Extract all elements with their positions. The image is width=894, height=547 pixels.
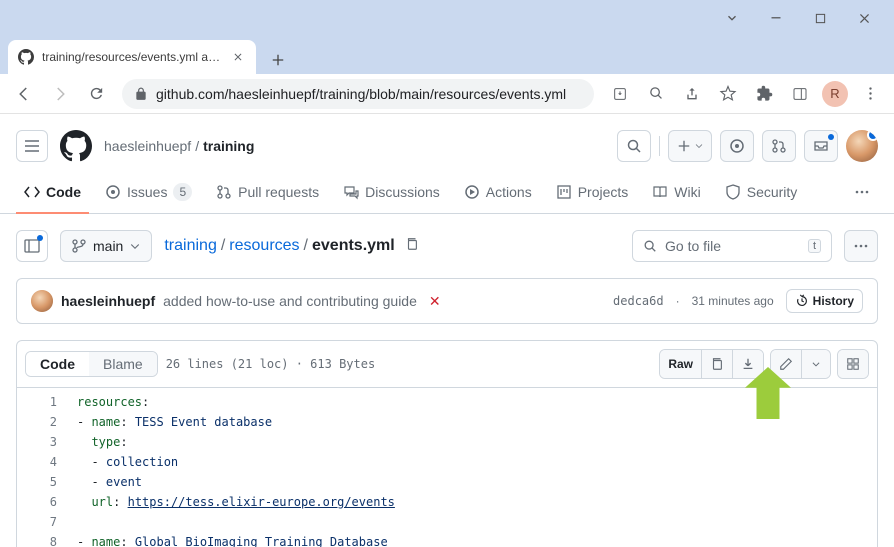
blame-view-tab[interactable]: Blame	[89, 352, 157, 376]
forward-button[interactable]	[44, 78, 76, 110]
file-info: 26 lines (21 loc) · 613 Bytes	[166, 357, 376, 371]
commit-author-link[interactable]: haesleinhuepf	[61, 293, 155, 309]
commit-sha-link[interactable]: dedca6d	[613, 294, 664, 308]
tab-code[interactable]: Code	[16, 170, 89, 214]
branch-icon	[71, 238, 87, 254]
raw-button[interactable]: Raw	[660, 350, 702, 378]
github-favicon-icon	[18, 49, 34, 65]
sidepanel-icon[interactable]	[784, 78, 816, 110]
back-button[interactable]	[8, 78, 40, 110]
edit-button[interactable]	[771, 350, 802, 378]
bookmark-icon[interactable]	[712, 78, 744, 110]
path-root-link[interactable]: training	[164, 237, 216, 255]
code-line[interactable]: 5 - event	[17, 472, 877, 492]
code-view-tab[interactable]: Code	[26, 352, 89, 376]
history-button[interactable]: History	[786, 289, 863, 313]
zoom-icon[interactable]	[640, 78, 672, 110]
tab-pull-requests[interactable]: Pull requests	[208, 170, 327, 214]
file-tree-toggle[interactable]	[16, 230, 48, 262]
repo-name-link[interactable]: training	[203, 138, 254, 154]
code-line[interactable]: 6 url: https://tess.elixir-europe.org/ev…	[17, 492, 877, 512]
user-avatar[interactable]	[846, 130, 878, 162]
search-button[interactable]	[617, 130, 651, 162]
inbox-button[interactable]	[804, 130, 838, 162]
file-more-button[interactable]	[844, 230, 878, 262]
repo-breadcrumb: haesleinhuepf / training	[104, 138, 254, 154]
code-line[interactable]: 7	[17, 512, 877, 532]
tab-actions[interactable]: Actions	[456, 170, 540, 214]
profile-button[interactable]: R	[822, 81, 848, 107]
branch-name: main	[93, 238, 123, 254]
tab-projects[interactable]: Projects	[548, 170, 637, 214]
window-dropdown-icon[interactable]	[710, 4, 754, 32]
new-tab-button[interactable]	[264, 46, 292, 74]
tab-issues[interactable]: Issues5	[97, 170, 200, 214]
browser-tab-active[interactable]: training/resources/events.yml at ...	[8, 40, 256, 74]
go-to-file-input[interactable]: Go to file t	[632, 230, 832, 262]
commit-message-link[interactable]: added how-to-use and contributing guide	[163, 293, 417, 309]
path-file: events.yml	[312, 237, 395, 255]
browser-tab-strip: training/resources/events.yml at ...	[0, 36, 894, 74]
issues-button[interactable]	[720, 130, 754, 162]
tab-discussions[interactable]: Discussions	[335, 170, 448, 214]
tab-wiki[interactable]: Wiki	[644, 170, 708, 214]
lock-icon	[134, 87, 148, 101]
code-line[interactable]: 2- name: TESS Event database	[17, 412, 877, 432]
tab-security[interactable]: Security	[717, 170, 806, 214]
hamburger-button[interactable]	[16, 130, 48, 162]
go-to-file-kbd: t	[808, 239, 821, 253]
github-logo-icon[interactable]	[60, 130, 92, 162]
tab-overflow-button[interactable]	[846, 170, 878, 214]
page-content: haesleinhuepf / training Code Issues5 Pu…	[0, 114, 894, 547]
share-icon[interactable]	[676, 78, 708, 110]
browser-toolbar: R	[0, 74, 894, 114]
browser-menu-button[interactable]	[854, 78, 886, 110]
code-line[interactable]: 3 type:	[17, 432, 877, 452]
file-path-breadcrumb: training / resources / events.yml	[164, 237, 418, 256]
commit-status-icon[interactable]: ✕	[429, 293, 441, 310]
latest-commit-bar: haesleinhuepf added how-to-use and contr…	[16, 278, 878, 324]
browser-tab-title: training/resources/events.yml at ...	[42, 50, 222, 64]
reload-button[interactable]	[80, 78, 112, 110]
window-maximize-button[interactable]	[798, 4, 842, 32]
issues-count: 5	[173, 183, 192, 201]
repo-nav: Code Issues5 Pull requests Discussions A…	[0, 170, 894, 214]
code-toolbar: Code Blame 26 lines (21 loc) · 613 Bytes…	[17, 341, 877, 388]
branch-selector[interactable]: main	[60, 230, 152, 262]
code-content[interactable]: 1resources:2- name: TESS Event database3…	[17, 388, 877, 547]
window-titlebar	[0, 0, 894, 36]
code-blame-toggle: Code Blame	[25, 351, 158, 377]
window-minimize-button[interactable]	[754, 4, 798, 32]
notification-dot-icon	[828, 134, 834, 140]
create-new-button[interactable]	[668, 130, 712, 162]
address-bar[interactable]	[122, 79, 594, 109]
search-icon	[643, 239, 657, 253]
repo-owner-link[interactable]: haesleinhuepf	[104, 138, 191, 154]
edit-dropdown-button[interactable]	[802, 350, 830, 378]
gh-header: haesleinhuepf / training	[0, 114, 894, 170]
symbols-button[interactable]	[838, 350, 868, 378]
url-input[interactable]	[156, 86, 582, 102]
file-view: main training / resources / events.yml G…	[0, 214, 894, 547]
commit-avatar[interactable]	[31, 290, 53, 312]
pull-requests-button[interactable]	[762, 130, 796, 162]
code-line[interactable]: 4 - collection	[17, 452, 877, 472]
tab-close-button[interactable]	[230, 49, 246, 65]
copy-path-button[interactable]	[405, 237, 419, 256]
window-close-button[interactable]	[842, 4, 886, 32]
install-app-icon[interactable]	[604, 78, 636, 110]
path-dir-link[interactable]: resources	[229, 237, 299, 255]
commit-time: 31 minutes ago	[692, 294, 774, 308]
file-nav-row: main training / resources / events.yml G…	[16, 230, 878, 262]
chevron-down-icon	[129, 240, 141, 252]
code-line[interactable]: 8- name: Global BioImaging Training Data…	[17, 532, 877, 547]
code-line[interactable]: 1resources:	[17, 392, 877, 412]
code-container: Code Blame 26 lines (21 loc) · 613 Bytes…	[16, 340, 878, 547]
download-button[interactable]	[733, 350, 763, 378]
extensions-icon[interactable]	[748, 78, 780, 110]
copy-button[interactable]	[702, 350, 733, 378]
